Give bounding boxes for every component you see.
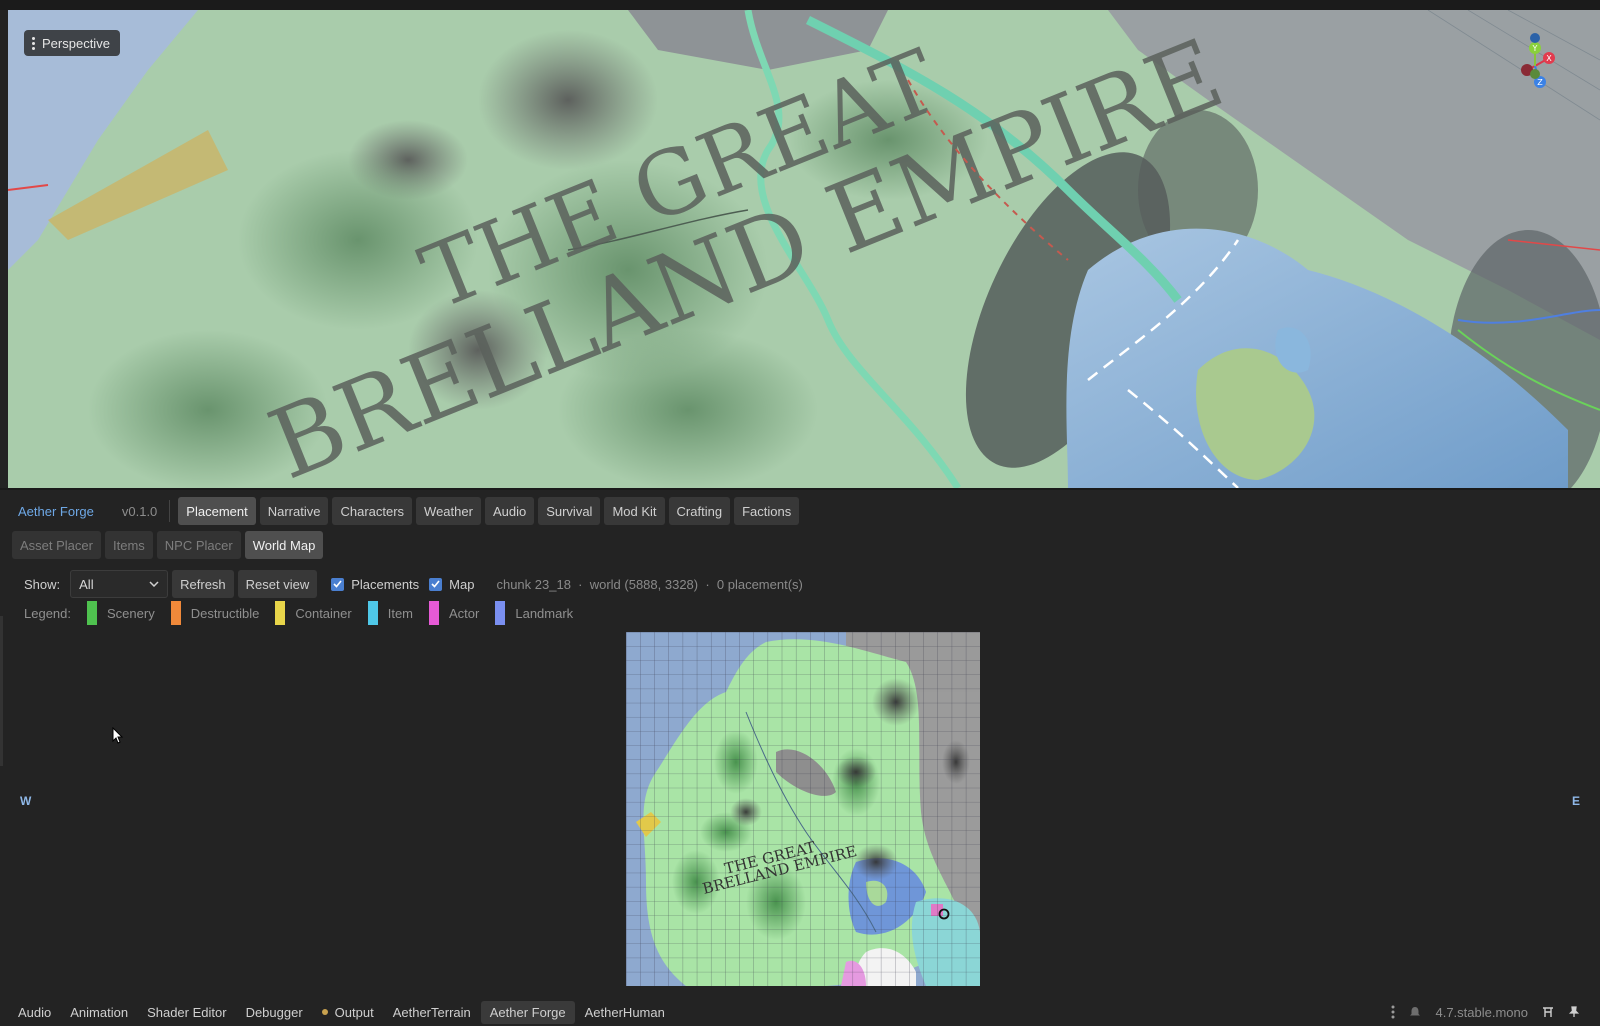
tab-factions[interactable]: Factions bbox=[734, 497, 800, 525]
tab-crafting[interactable]: Crafting bbox=[668, 497, 731, 525]
legend-label: Destructible bbox=[190, 605, 260, 621]
perspective-menu-button[interactable]: Perspective bbox=[24, 30, 120, 56]
legend-item-actor: Actor bbox=[429, 601, 479, 625]
bottom-tab-debugger[interactable]: Debugger bbox=[237, 1001, 312, 1024]
refresh-button[interactable]: Refresh bbox=[172, 570, 234, 598]
placements-checkbox-label: Placements bbox=[351, 576, 420, 592]
legend-label: Actor bbox=[449, 605, 480, 621]
legend-label: Item bbox=[387, 605, 414, 621]
gizmo-x-label: X bbox=[1546, 54, 1552, 63]
world-coords-info: world (5888, 3328) bbox=[589, 576, 699, 592]
bottom-tab-aetherterrain[interactable]: AetherTerrain bbox=[384, 1001, 480, 1024]
kebab-menu-icon[interactable] bbox=[1391, 1005, 1395, 1019]
mouse-cursor-icon bbox=[112, 727, 124, 744]
subtab-items[interactable]: Items bbox=[104, 531, 153, 559]
legend-item-landmark: Landmark bbox=[495, 601, 573, 625]
tab-weather[interactable]: Weather bbox=[416, 497, 481, 525]
bottom-tab-shader-editor[interactable]: Shader Editor bbox=[138, 1001, 236, 1024]
bottom-tab-animation[interactable]: Animation bbox=[61, 1001, 137, 1024]
legend-label: Landmark bbox=[515, 605, 574, 621]
legend-swatch bbox=[275, 601, 286, 625]
legend-title: Legend: bbox=[24, 605, 71, 621]
check-icon bbox=[331, 577, 345, 591]
legend-label: Scenery bbox=[107, 605, 155, 621]
chevron-down-icon bbox=[149, 581, 159, 587]
legend-item-item: Item bbox=[367, 601, 414, 625]
show-filter-value: All bbox=[79, 576, 94, 592]
subtab-world-map[interactable]: World Map bbox=[244, 531, 324, 559]
subtab-npc-placer[interactable]: NPC Placer bbox=[156, 531, 241, 559]
map-status-info: chunk 23_18 · world (5888, 3328) · 0 pla… bbox=[496, 576, 803, 592]
plugin-tab-bar: Aether Forge v0.1.0 Placement Narrative … bbox=[8, 496, 803, 526]
legend-item-scenery: Scenery bbox=[87, 601, 155, 625]
legend-label: Container bbox=[295, 605, 352, 621]
placement-subtab-bar: Asset Placer Items NPC Placer World Map bbox=[12, 530, 327, 560]
tab-narrative[interactable]: Narrative bbox=[259, 497, 329, 525]
bottom-tab-aether-forge[interactable]: Aether Forge bbox=[480, 1000, 575, 1024]
check-icon bbox=[429, 577, 443, 591]
bottom-tab-audio[interactable]: Audio bbox=[9, 1001, 60, 1024]
legend-item-destructible: Destructible bbox=[170, 601, 260, 625]
show-label: Show: bbox=[24, 576, 61, 592]
3d-viewport[interactable]: THE GREAT BRELLAND EMPIRE Perspective X … bbox=[8, 10, 1600, 488]
map-legend: Legend: Scenery Destructible Container I… bbox=[24, 601, 589, 625]
pin-icon[interactable] bbox=[1568, 1006, 1580, 1018]
editor-status-area: 4.7.stable.mono bbox=[1391, 998, 1580, 1026]
legend-swatch bbox=[495, 601, 506, 625]
legend-swatch bbox=[429, 601, 440, 625]
engine-version: 4.7.stable.mono bbox=[1435, 1004, 1528, 1020]
layout-icon[interactable] bbox=[1542, 1006, 1554, 1018]
plugin-version: v0.1.0 bbox=[104, 500, 171, 522]
bell-icon[interactable] bbox=[1409, 1006, 1421, 1018]
bottom-tab-output-label: Output bbox=[334, 1004, 374, 1020]
map-checkbox[interactable]: Map bbox=[429, 577, 474, 592]
bottom-tab-aetherhuman[interactable]: AetherHuman bbox=[576, 1001, 674, 1024]
bottom-tab-output[interactable]: Output bbox=[313, 1001, 383, 1024]
map-checkbox-label: Map bbox=[449, 576, 475, 592]
editor-top-strip bbox=[0, 0, 1600, 10]
panel-divider[interactable] bbox=[0, 488, 1600, 490]
legend-swatch bbox=[170, 601, 181, 625]
reset-view-button[interactable]: Reset view bbox=[237, 570, 318, 598]
chunk-info: chunk 23_18 bbox=[496, 576, 571, 592]
terrain-view: THE GREAT BRELLAND EMPIRE bbox=[8, 10, 1600, 488]
compass-west-label: W bbox=[20, 794, 32, 808]
perspective-label: Perspective bbox=[42, 35, 110, 51]
minimap-canvas: THE GREAT BRELLAND EMPIRE bbox=[626, 632, 980, 986]
gizmo-y-label: Y bbox=[1532, 44, 1538, 53]
world-minimap[interactable]: THE GREAT BRELLAND EMPIRE bbox=[626, 632, 980, 986]
legend-swatch bbox=[87, 601, 97, 625]
tab-survival[interactable]: Survival bbox=[538, 497, 601, 525]
panel-edge bbox=[0, 616, 3, 766]
placement-count-info: 0 placement(s) bbox=[716, 576, 803, 592]
legend-swatch bbox=[367, 601, 378, 625]
tab-mod-kit[interactable]: Mod Kit bbox=[604, 497, 665, 525]
gizmo-z-label: Z bbox=[1537, 78, 1543, 87]
world-map-toolbar: Show: All Refresh Reset view Placements … bbox=[24, 570, 803, 598]
tab-characters[interactable]: Characters bbox=[332, 497, 413, 525]
bottom-panel-tabs: Audio Animation Shader Editor Debugger O… bbox=[0, 998, 1600, 1026]
plugin-name: Aether Forge bbox=[18, 503, 94, 519]
axis-gizmo[interactable]: X Y Z bbox=[1518, 30, 1598, 100]
kebab-menu-icon bbox=[32, 36, 35, 50]
tab-placement[interactable]: Placement bbox=[178, 497, 256, 525]
subtab-asset-placer[interactable]: Asset Placer bbox=[12, 531, 101, 559]
placements-checkbox[interactable]: Placements bbox=[331, 577, 419, 592]
show-filter-select[interactable]: All bbox=[70, 570, 169, 598]
legend-item-container: Container bbox=[275, 601, 352, 625]
compass-east-label: E bbox=[1572, 794, 1581, 808]
output-status-dot bbox=[321, 1009, 328, 1015]
tab-audio[interactable]: Audio bbox=[484, 497, 535, 525]
